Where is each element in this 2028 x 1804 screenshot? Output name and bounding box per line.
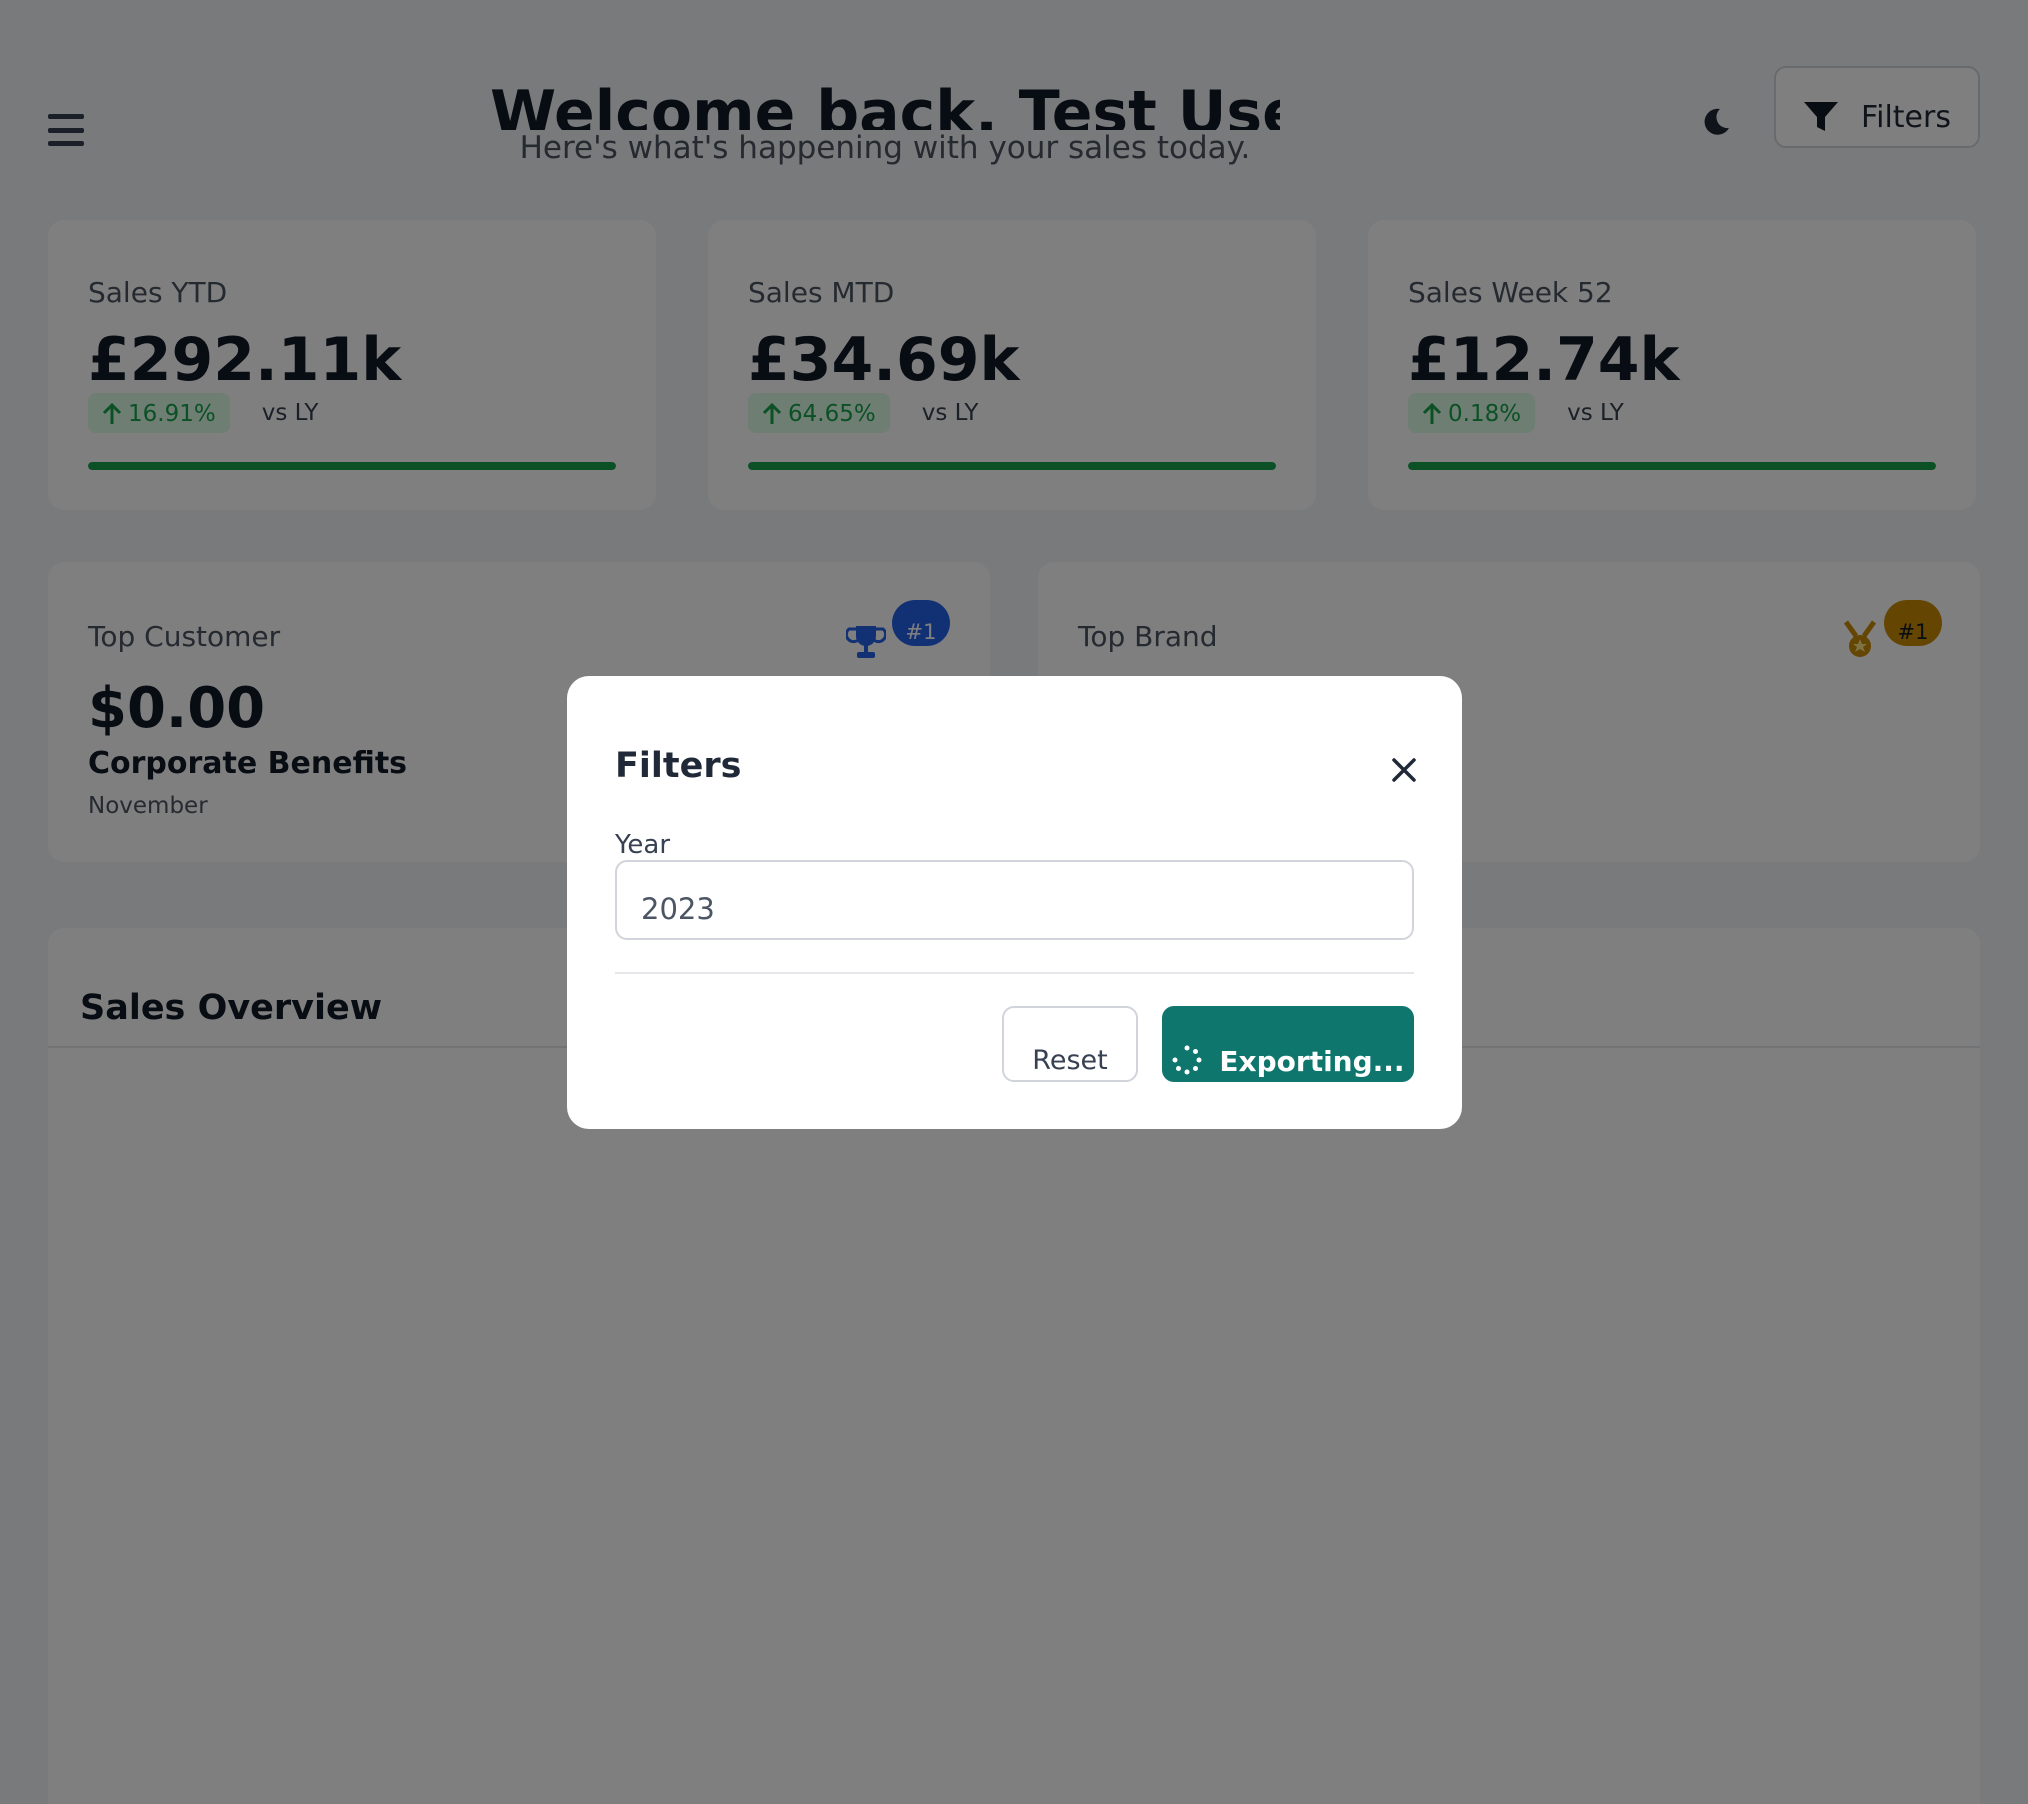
spinner-icon: [1172, 1045, 1202, 1075]
divider: [615, 972, 1414, 974]
reset-button[interactable]: Reset: [1002, 1006, 1138, 1082]
year-select[interactable]: 2023: [615, 860, 1414, 940]
export-button-label: Exporting...: [1219, 1045, 1405, 1078]
year-label: Year: [615, 830, 671, 860]
export-button[interactable]: Exporting...: [1162, 1006, 1414, 1082]
modal-title: Filters: [615, 746, 742, 786]
dashboard-page: Welcome back, Test User! Here's what's h…: [0, 0, 2028, 1804]
filters-modal: Filters Year 2023 Reset Exporting...: [567, 676, 1462, 1129]
close-icon[interactable]: [1390, 756, 1418, 784]
